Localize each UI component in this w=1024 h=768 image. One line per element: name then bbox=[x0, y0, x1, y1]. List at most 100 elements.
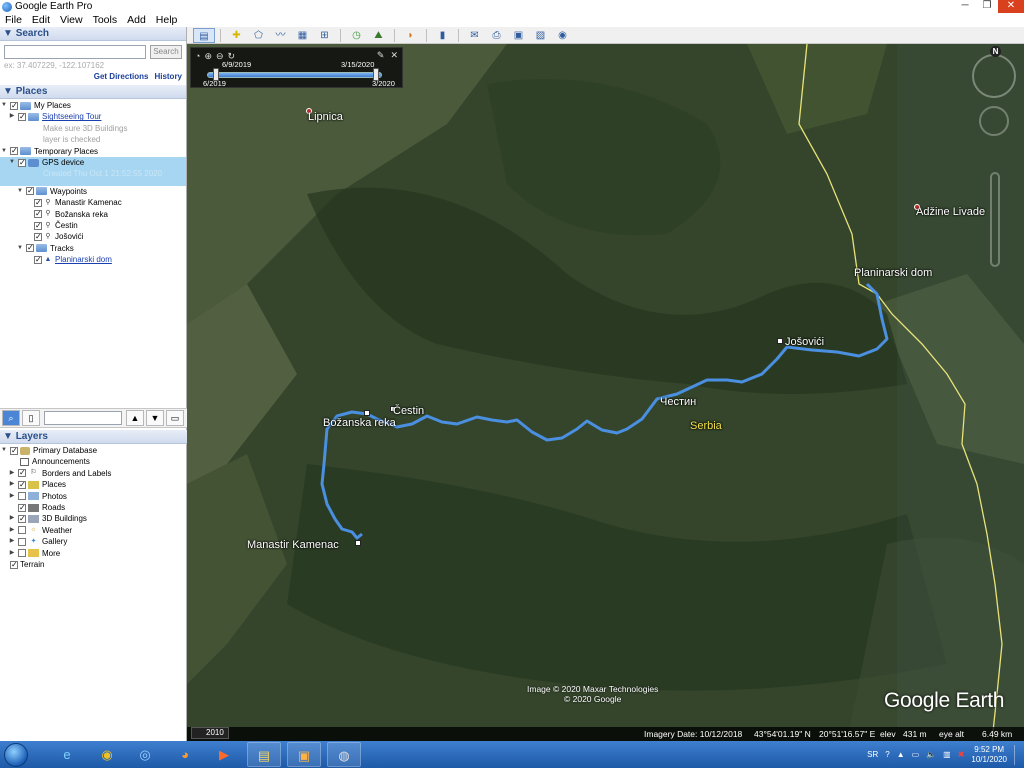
tree-item-tracks[interactable]: ▼ Tracks bbox=[0, 242, 186, 254]
chevron-up-icon[interactable]: ▲ bbox=[897, 750, 905, 759]
layer-item[interactable]: ▶ Photos bbox=[0, 491, 187, 502]
security-icon[interactable]: ✖ bbox=[958, 750, 965, 759]
show-desktop-button[interactable] bbox=[1014, 744, 1018, 765]
expand-icon[interactable]: ▼ bbox=[0, 146, 8, 157]
checkbox[interactable] bbox=[34, 231, 42, 242]
menu-add[interactable]: Add bbox=[122, 13, 151, 27]
expand-icon[interactable]: ▶ bbox=[8, 491, 16, 502]
label-cestin-cyrillic[interactable]: Честин bbox=[660, 396, 696, 408]
add-path-icon[interactable]: 〰 bbox=[270, 28, 291, 43]
search-places-icon[interactable]: ⌕ bbox=[2, 410, 20, 426]
help-icon[interactable]: ? bbox=[885, 750, 889, 759]
chrome-icon[interactable]: ◉ bbox=[90, 742, 124, 767]
checkbox[interactable] bbox=[34, 220, 42, 231]
tree-item-waypoint[interactable]: ⚲ Jošovići bbox=[0, 231, 186, 242]
menu-view[interactable]: View bbox=[55, 13, 88, 27]
print-icon[interactable]: ⎙ bbox=[486, 28, 507, 43]
zoom-in-time-icon[interactable]: ⊕ bbox=[204, 51, 212, 62]
wrench-icon[interactable]: ✎ bbox=[377, 50, 385, 61]
clock-icon[interactable]: ◔ bbox=[195, 51, 200, 62]
close-slider-icon[interactable]: ✕ bbox=[390, 50, 398, 61]
checkbox[interactable] bbox=[26, 185, 34, 197]
label-josovici[interactable]: Jošovići bbox=[785, 336, 824, 348]
sightseeing-link[interactable]: Sightseeing Tour bbox=[42, 111, 101, 122]
panel-toggle-icon[interactable]: ▯ bbox=[22, 410, 40, 426]
layer-item[interactable]: Roads bbox=[0, 502, 187, 513]
tree-item-temporary-places[interactable]: ▼ Temporary Places bbox=[0, 145, 186, 157]
places-filter-input[interactable] bbox=[44, 411, 122, 425]
checkbox[interactable] bbox=[10, 559, 18, 570]
app-icon[interactable]: ◎ bbox=[128, 742, 162, 767]
expand-icon[interactable]: ▶ bbox=[8, 479, 16, 490]
checkbox[interactable] bbox=[18, 467, 26, 479]
expand-icon[interactable]: ▶ bbox=[8, 548, 16, 559]
move-joystick[interactable] bbox=[979, 106, 1009, 136]
add-image-overlay-icon[interactable]: ▦ bbox=[292, 28, 313, 43]
planets-icon[interactable]: ◗ bbox=[400, 28, 421, 43]
checkbox[interactable] bbox=[18, 502, 26, 513]
firefox-icon[interactable]: ◕ bbox=[168, 742, 202, 767]
expand-icon[interactable]: ▶ bbox=[8, 536, 16, 547]
minimize-button[interactable]: ─ bbox=[954, 0, 976, 13]
layer-item[interactable]: ▶ ☼ Weather bbox=[0, 525, 187, 536]
tree-item-my-places[interactable]: ▼ My Places bbox=[0, 100, 186, 111]
menu-tools[interactable]: Tools bbox=[88, 13, 123, 27]
north-indicator-icon[interactable]: N bbox=[990, 46, 1001, 57]
folder-options-icon[interactable]: ▭ bbox=[166, 410, 184, 426]
track-link[interactable]: Planinarski dom bbox=[55, 254, 112, 265]
waypoint-josovici-marker[interactable] bbox=[777, 338, 783, 344]
tree-item-gps-device[interactable]: ▼ GPS device bbox=[0, 157, 186, 169]
close-button[interactable]: ✕ bbox=[998, 0, 1024, 13]
history-link[interactable]: History bbox=[154, 72, 182, 81]
record-tour-icon[interactable]: ⊞ bbox=[314, 28, 335, 43]
layer-item[interactable]: ▶ Places bbox=[0, 479, 187, 490]
clock[interactable]: 9:52 PM 10/1/2020 bbox=[971, 745, 1007, 765]
waypoint-manastir-marker[interactable] bbox=[355, 540, 361, 546]
layer-primary-database[interactable]: ▼ Primary Database bbox=[0, 445, 187, 456]
checkbox[interactable] bbox=[10, 445, 18, 456]
layer-item[interactable]: ▶ ✦ Gallery bbox=[0, 536, 187, 547]
add-polygon-icon[interactable]: ⬠ bbox=[248, 28, 269, 43]
historical-year-badge[interactable]: 2010 bbox=[191, 727, 229, 739]
layer-item[interactable]: Announcements bbox=[0, 456, 187, 467]
expand-icon[interactable]: ▼ bbox=[0, 445, 8, 456]
add-placemark-icon[interactable]: ✚ bbox=[226, 28, 247, 43]
internet-explorer-icon[interactable]: e bbox=[50, 742, 84, 767]
places-panel-header[interactable]: ▼ Places bbox=[0, 85, 186, 99]
label-manastir-kamenac[interactable]: Manastir Kamenac bbox=[247, 539, 339, 551]
time-slider[interactable]: ◔ ⊕ ⊖ ↻ ✎ ✕ 6/9/2019 3/15/2020 6/2019 3/… bbox=[190, 47, 403, 88]
checkbox[interactable] bbox=[26, 242, 34, 254]
checkbox[interactable] bbox=[18, 513, 26, 524]
time-range-track[interactable] bbox=[207, 72, 382, 78]
google-earth-taskbar-icon[interactable]: ◍ bbox=[327, 742, 361, 767]
email-icon[interactable]: ✉ bbox=[464, 28, 485, 43]
tree-item-waypoints[interactable]: ▼ Waypoints bbox=[0, 185, 186, 197]
google-maps-icon[interactable]: ▧ bbox=[530, 28, 551, 43]
label-lipnica[interactable]: Lipnica bbox=[308, 111, 343, 123]
checkbox[interactable] bbox=[18, 537, 26, 546]
look-joystick[interactable] bbox=[972, 54, 1016, 98]
zoom-slider[interactable] bbox=[990, 172, 1000, 267]
label-planinarski-dom[interactable]: Planinarski dom bbox=[854, 267, 932, 279]
checkbox[interactable] bbox=[18, 111, 26, 122]
expand-icon[interactable]: ▶ bbox=[8, 513, 16, 524]
checkbox[interactable] bbox=[10, 100, 18, 111]
move-down-icon[interactable]: ▼ bbox=[146, 410, 164, 426]
expand-icon[interactable]: ▶ bbox=[8, 111, 16, 122]
label-cestin[interactable]: Čestin bbox=[393, 405, 424, 417]
volume-icon[interactable]: 🔈 bbox=[926, 750, 936, 759]
tree-item-track[interactable]: ▲Planinarski dom bbox=[0, 254, 186, 265]
monitor-icon[interactable]: ▭ bbox=[912, 750, 920, 759]
label-bozanska-reka[interactable]: Božanska reka bbox=[323, 417, 396, 429]
checkbox[interactable] bbox=[10, 145, 18, 157]
menu-edit[interactable]: Edit bbox=[27, 13, 55, 27]
layers-panel-header[interactable]: ▼ Layers bbox=[0, 430, 187, 444]
layer-item[interactable]: ▶ 3D Buildings bbox=[0, 513, 187, 524]
label-adzine-livade[interactable]: Adžine Livade bbox=[916, 206, 985, 218]
layer-item[interactable]: ▶ More bbox=[0, 548, 187, 559]
search-input[interactable] bbox=[4, 45, 146, 59]
checkbox[interactable] bbox=[34, 254, 42, 265]
tree-item-waypoint[interactable]: ⚲ Manastir Kamenac bbox=[0, 197, 186, 208]
media-player-icon[interactable]: ▶ bbox=[207, 742, 241, 767]
expand-icon[interactable]: ▼ bbox=[16, 186, 24, 197]
